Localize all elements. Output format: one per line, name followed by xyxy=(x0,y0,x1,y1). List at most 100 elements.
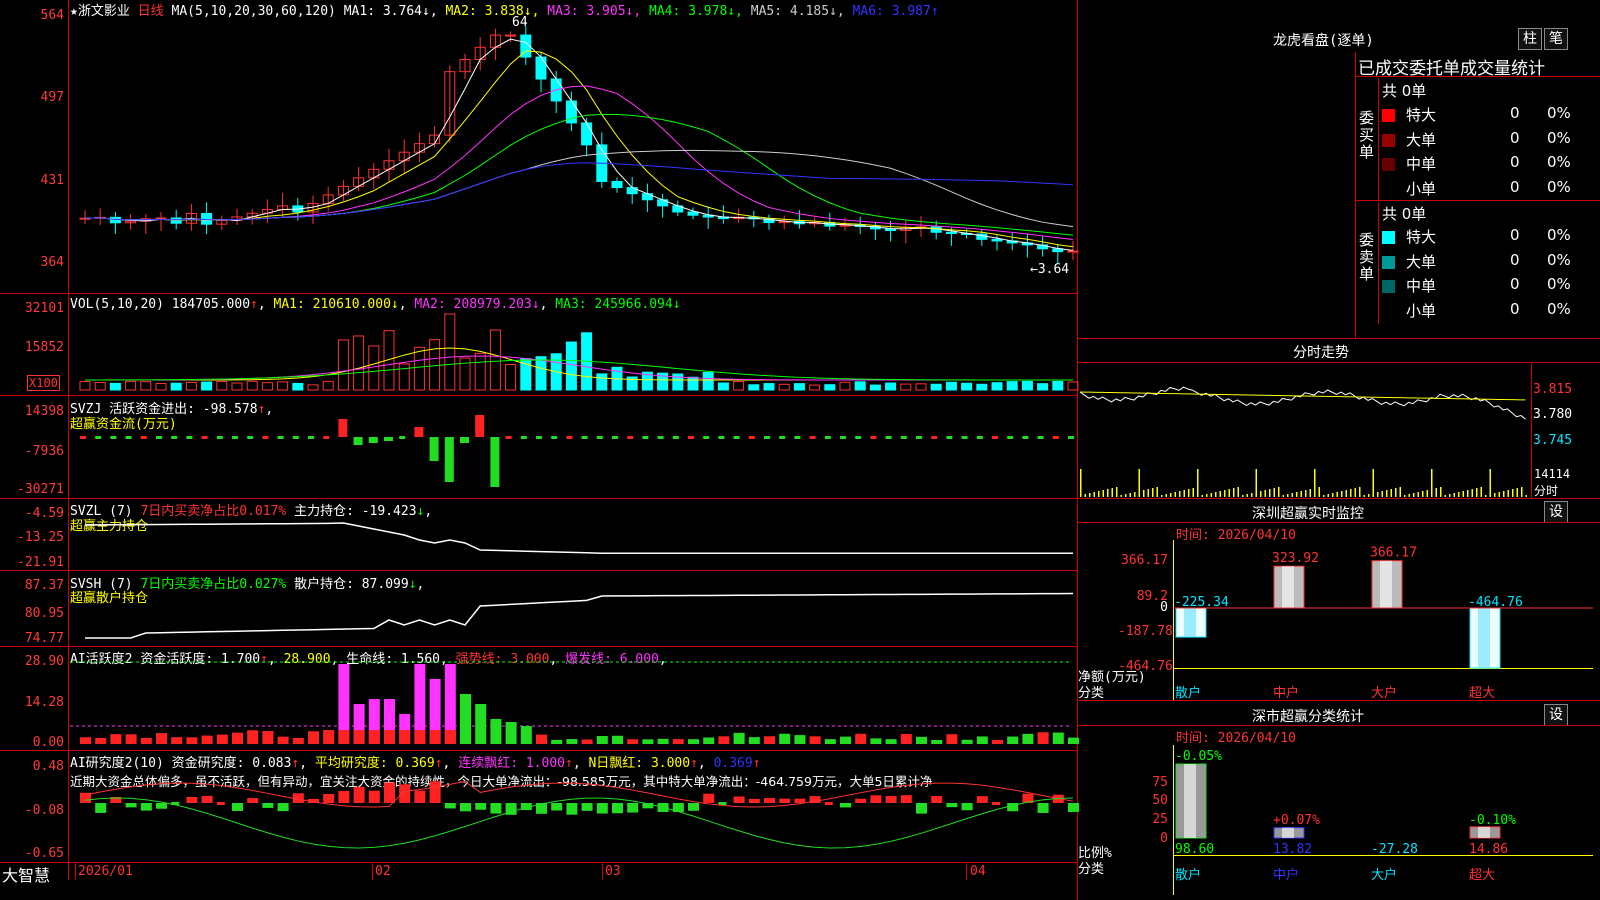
vol-bar xyxy=(900,383,912,391)
ai1-bar xyxy=(596,736,608,744)
candle-body xyxy=(945,231,957,235)
sz-monitor-value: 323.92 xyxy=(1272,551,1319,566)
ai1-bar xyxy=(323,730,335,744)
intraday-vol-bar xyxy=(1143,490,1145,497)
intraday-vol-bar xyxy=(1129,493,1131,497)
intraday-vol-bar xyxy=(1413,493,1415,497)
intraday-vol-bar xyxy=(1408,494,1410,497)
ai1-bar xyxy=(764,736,775,744)
ai1-bar xyxy=(505,722,517,744)
intraday-vol-bar xyxy=(1291,493,1293,497)
intraday-vol-bar xyxy=(1192,488,1194,497)
svzj-bar xyxy=(475,415,485,437)
ai2-bar xyxy=(566,803,578,815)
ai1-bar xyxy=(581,739,593,744)
ai1-bar xyxy=(125,734,137,744)
svzj-bar xyxy=(612,436,618,439)
svzj-bar xyxy=(840,436,846,439)
ai2-bar xyxy=(201,795,213,803)
vol-ma-line xyxy=(84,359,1074,381)
vol-bar xyxy=(413,346,425,391)
vol-bar xyxy=(915,383,927,391)
ma-line-1 xyxy=(84,38,1074,251)
vol-bar xyxy=(109,382,121,391)
intraday-vol-bar xyxy=(1125,494,1127,497)
intraday-vol-bar xyxy=(1431,469,1433,497)
ai1-bar xyxy=(171,737,183,744)
sz-monitor-bar-shine xyxy=(1282,566,1294,608)
svzj-bar xyxy=(794,436,801,439)
svzj-bar xyxy=(95,436,102,439)
ai1-bar xyxy=(444,730,456,744)
vol-bar xyxy=(945,381,957,391)
intraday-vol-bar xyxy=(1395,488,1397,497)
ai2-bar xyxy=(612,803,623,814)
ai2-bar xyxy=(779,798,791,803)
vol-bar xyxy=(702,372,714,391)
intraday-vol-bar xyxy=(1471,489,1473,497)
sz-class-bar-shine xyxy=(1184,764,1196,838)
intraday-vol-bar xyxy=(1516,488,1518,497)
ai1-bar xyxy=(110,734,122,744)
svzj-bar xyxy=(110,436,117,439)
intraday-vol-bar xyxy=(1156,487,1158,497)
intraday-price-line xyxy=(1079,386,1526,420)
intraday-vol-bar xyxy=(1206,494,1208,497)
vol-bar xyxy=(201,381,213,391)
svzj-bar xyxy=(946,436,953,439)
candle-body xyxy=(505,34,517,37)
ai2-bar xyxy=(627,803,639,813)
vol-bar xyxy=(565,341,577,391)
intraday-vol-bar xyxy=(1381,491,1383,497)
kline-chart[interactable] xyxy=(0,0,1079,880)
svzj-bar xyxy=(748,436,755,439)
ai1-bar xyxy=(566,739,578,744)
intraday-vol-bar xyxy=(1255,469,1257,497)
intraday-vol-bar xyxy=(1498,492,1500,497)
vol-bar xyxy=(140,381,152,391)
vol-bar xyxy=(1006,381,1018,391)
svzj-bar xyxy=(1007,436,1014,439)
ai1-bar xyxy=(156,733,167,744)
ai1-bar xyxy=(460,694,471,744)
svzj-bar xyxy=(140,436,147,439)
ai1-bar xyxy=(1037,732,1049,744)
svzj-bar xyxy=(444,437,454,482)
intraday-vol-bar xyxy=(1507,490,1509,497)
intraday-vol-bar xyxy=(1372,469,1374,497)
vol-bar xyxy=(763,383,775,391)
intraday-vol-bar xyxy=(1278,487,1280,497)
ai2-bar xyxy=(247,798,259,803)
intraday-vol-bar xyxy=(1147,489,1149,497)
ai1-bar xyxy=(414,730,426,744)
candle-body xyxy=(687,211,699,216)
ai2-bar xyxy=(764,797,775,803)
intraday-vol-bar xyxy=(1386,490,1388,497)
ai1-bar xyxy=(642,739,654,744)
ai1-bar xyxy=(490,719,502,744)
ai1-bar xyxy=(399,730,411,744)
vol-bar xyxy=(1052,380,1064,391)
svzj-bar xyxy=(885,436,892,439)
vol-bar xyxy=(1037,383,1049,391)
intraday-vol-bar xyxy=(1201,495,1203,497)
intraday-vol-bar xyxy=(1089,493,1091,497)
sz-monitor-bar-shine xyxy=(1380,560,1392,608)
intraday-vol-bar xyxy=(1107,489,1109,497)
intraday-vol-bar xyxy=(1305,490,1307,497)
ai1-bar xyxy=(931,739,943,744)
svzj-bar xyxy=(384,437,393,441)
intraday-vol-bar xyxy=(1152,488,1154,497)
intraday-vol-bar xyxy=(1435,488,1437,497)
intraday-vol-bar xyxy=(1102,490,1104,497)
svzj-bar xyxy=(931,436,938,439)
candle-body xyxy=(581,122,593,146)
ai2-bar xyxy=(384,782,395,803)
intraday-vol-bar xyxy=(1345,490,1347,497)
vol-bar xyxy=(717,382,729,391)
ai1-bar xyxy=(900,733,912,744)
svzj-bar xyxy=(368,437,378,443)
svzj-bar xyxy=(125,436,132,439)
ai1-bar xyxy=(885,739,897,744)
svzj-bar xyxy=(718,436,725,439)
